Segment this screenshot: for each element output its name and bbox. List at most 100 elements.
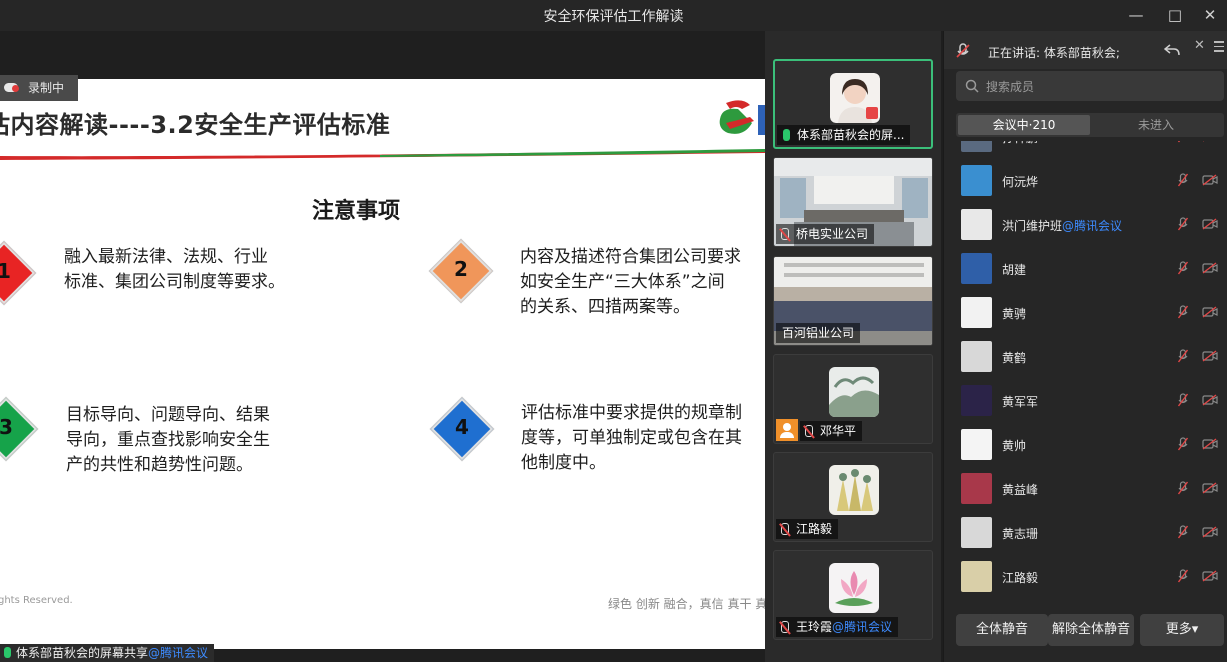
camera-off-icon[interactable]: [1202, 394, 1218, 406]
mute-all-button[interactable]: 全体静音: [956, 614, 1048, 646]
camera-off-icon[interactable]: [1202, 262, 1218, 274]
search-icon: [965, 79, 979, 93]
camera-off-icon[interactable]: [1202, 306, 1218, 318]
avatar: [961, 297, 992, 328]
mic-on-icon: [4, 647, 11, 658]
member-list: 孙祥鹏何沅烨洪门维护班@腾讯会议胡建黄骋黄鹤黄军军黄帅黄益峰黄志珊江路毅: [944, 141, 1227, 599]
member-name: 洪门维护班@腾讯会议: [1002, 217, 1122, 234]
avatar: [961, 429, 992, 460]
video-tile[interactable]: 邓华平: [773, 354, 933, 444]
close-icon[interactable]: ✕: [1190, 0, 1227, 31]
member-row[interactable]: 黄鹤: [944, 335, 1227, 379]
member-row[interactable]: 黄帅: [944, 423, 1227, 467]
note-item-4-line: 度等，可单独制定或包含在其: [521, 428, 742, 448]
mic-muted-icon: [781, 523, 789, 535]
camera-off-icon[interactable]: [1202, 218, 1218, 230]
camera-off-icon[interactable]: [1202, 438, 1218, 450]
video-tile-name: 百河铝业公司: [782, 326, 855, 340]
camera-off-icon[interactable]: [1202, 482, 1218, 494]
note-item-2: 内容及描述符合集团公司要求 如安全生产“三大体系”之间 的关系、四措两案等。: [520, 245, 741, 320]
member-row[interactable]: 江路毅: [944, 555, 1227, 599]
avatar: [961, 209, 992, 240]
slide-footer-copyright: ghts Reserved.: [0, 595, 73, 606]
member-search-input[interactable]: 搜索成员: [956, 71, 1224, 101]
number-badge-2-label: 2: [454, 257, 468, 281]
member-name-text: 胡建: [1002, 263, 1027, 277]
mic-muted-icon[interactable]: [1178, 525, 1188, 539]
mic-muted-icon[interactable]: [1178, 261, 1188, 275]
mic-muted-icon[interactable]: [1178, 173, 1188, 187]
panel-close-icon[interactable]: ✕: [1194, 38, 1206, 56]
member-name: 江路毅: [1002, 569, 1038, 586]
note-item-3-line: 产的共性和趋势性问题。: [66, 455, 253, 475]
member-name: 黄鹤: [1002, 349, 1026, 366]
video-tile-label: 邓华平: [800, 421, 863, 441]
video-tile-label: 王玲霞@腾讯会议: [776, 617, 899, 637]
member-row[interactable]: 孙祥鹏: [944, 141, 1227, 159]
video-tile-label: 体系部苗秋会的屏...: [777, 125, 911, 145]
mic-muted-icon[interactable]: [1178, 437, 1188, 451]
camera-off-icon[interactable]: [1202, 526, 1218, 538]
member-name-text: 江路毅: [1002, 571, 1039, 585]
avatar: [829, 367, 879, 417]
video-tile[interactable]: 百河铝业公司: [773, 256, 933, 346]
member-name: 何沅烨: [1002, 173, 1038, 190]
member-row[interactable]: 黄志珊: [944, 511, 1227, 555]
mic-muted-icon[interactable]: [1178, 217, 1188, 231]
video-tile[interactable]: 王玲霞@腾讯会议: [773, 550, 933, 640]
camera-off-icon[interactable]: [1202, 174, 1218, 186]
video-tile-name: 江路毅: [796, 522, 833, 536]
camera-off-icon[interactable]: [1202, 141, 1218, 142]
note-item-1: 融入最新法律、法规、行业 标准、集团公司制度等要求。: [64, 245, 285, 295]
video-tile-name: 邓华平: [820, 424, 857, 438]
mic-muted-icon[interactable]: [1178, 393, 1188, 407]
mic-muted-icon[interactable]: [1178, 305, 1188, 319]
tab-in-meeting[interactable]: 会议中·210: [958, 115, 1090, 135]
member-row[interactable]: 黄骋: [944, 291, 1227, 335]
note-item-2-line: 内容及描述符合集团公司要求: [520, 247, 741, 267]
member-name: 黄军军: [1002, 393, 1038, 410]
mic-muted-icon[interactable]: [1178, 569, 1188, 583]
search-placeholder: 搜索成员: [986, 80, 1035, 94]
video-tile-name: 体系部苗秋会的屏...: [797, 128, 905, 142]
mic-muted-icon[interactable]: [1178, 141, 1188, 143]
video-tile[interactable]: 江路毅: [773, 452, 933, 542]
note-item-1-line: 融入最新法律、法规、行业: [64, 247, 268, 267]
tab-not-joined[interactable]: 未进入: [1090, 115, 1222, 135]
more-button[interactable]: 更多▾: [1140, 614, 1224, 646]
member-row[interactable]: 黄军军: [944, 379, 1227, 423]
mic-muted-icon[interactable]: [1178, 481, 1188, 495]
menu-icon[interactable]: [1214, 41, 1224, 53]
mic-muted-icon[interactable]: [956, 43, 970, 59]
member-name: 孙祥鹏: [1002, 141, 1038, 146]
member-name-text: 何沅烨: [1002, 175, 1039, 189]
camera-off-icon[interactable]: [1202, 350, 1218, 362]
video-tile[interactable]: 体系部苗秋会的屏...: [773, 59, 933, 149]
recording-indicator: 录制中: [0, 75, 78, 101]
pop-out-icon[interactable]: [1164, 43, 1180, 57]
camera-off-icon[interactable]: [1202, 570, 1218, 582]
minimize-icon[interactable]: —: [1116, 0, 1156, 31]
member-row[interactable]: 洪门维护班@腾讯会议: [944, 203, 1227, 247]
speaking-label: 正在讲话: 体系部苗秋会;: [988, 46, 1120, 60]
member-name-text: 黄鹤: [1002, 351, 1027, 365]
member-name: 黄志珊: [1002, 525, 1038, 542]
mic-muted-icon[interactable]: [1178, 349, 1188, 363]
video-tile-label: 桥电实业公司: [776, 224, 875, 244]
member-row[interactable]: 何沅烨: [944, 159, 1227, 203]
slide-title: 估内容解读----3.2安全生产评估标准: [0, 111, 391, 139]
avatar: [830, 73, 880, 123]
maximize-icon[interactable]: □: [1155, 0, 1195, 31]
unmute-all-button[interactable]: 解除全体静音: [1048, 614, 1134, 646]
avatar: [961, 141, 992, 152]
member-row[interactable]: 黄益峰: [944, 467, 1227, 511]
avatar: [829, 563, 879, 613]
note-item-4-line: 他制度中。: [521, 453, 606, 473]
video-tile[interactable]: 桥电实业公司: [773, 157, 933, 247]
member-name: 黄骋: [1002, 305, 1026, 322]
recording-label: 录制中: [28, 81, 65, 95]
member-row[interactable]: 胡建: [944, 247, 1227, 291]
slide-title-underline: [0, 149, 765, 160]
member-name: 黄帅: [1002, 437, 1026, 454]
member-name-text: 孙祥鹏: [1002, 141, 1038, 145]
